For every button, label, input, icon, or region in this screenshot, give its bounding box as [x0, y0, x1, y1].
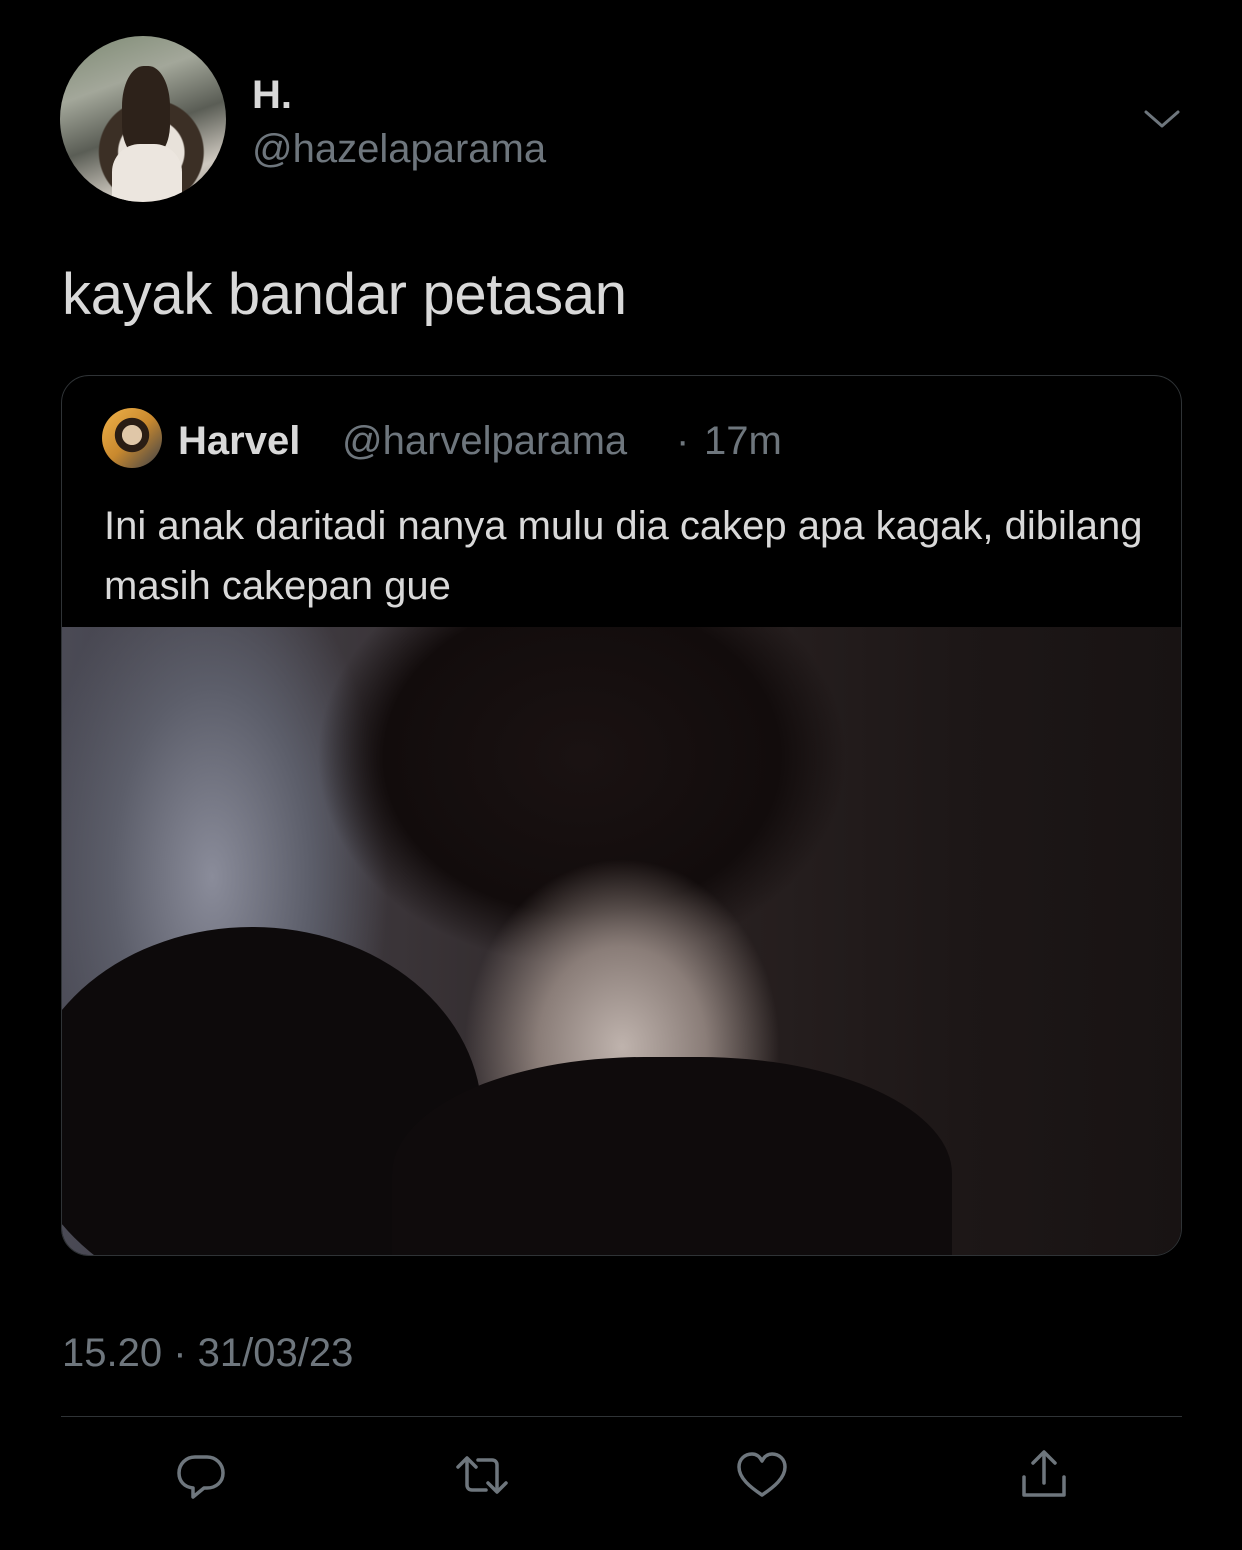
- author-display-name[interactable]: H.: [252, 72, 292, 118]
- share-icon: [1022, 1450, 1066, 1497]
- quoted-tweet-photo[interactable]: [62, 627, 1181, 1255]
- tweet-text: kayak bandar petasan: [62, 262, 627, 327]
- tweet-timestamp: 15.20 · 31/03/23: [62, 1331, 354, 1375]
- divider: [61, 1416, 1182, 1417]
- profile-avatar[interactable]: [60, 36, 226, 202]
- retweet-icon: [456, 1456, 508, 1494]
- quoted-author-handle: @harvelparama: [342, 419, 628, 463]
- quoted-time: 17m: [704, 419, 782, 463]
- quoted-author-avatar[interactable]: [102, 408, 162, 468]
- reply-icon: [177, 1455, 225, 1499]
- photo-jacket: [392, 1057, 952, 1255]
- avatar-hair-shape: [122, 66, 170, 156]
- quoted-author-name: Harvel: [178, 419, 301, 463]
- like-icon: [737, 1452, 787, 1497]
- share-button[interactable]: [1004, 1420, 1084, 1530]
- retweet-button[interactable]: [442, 1420, 522, 1530]
- reply-button[interactable]: [161, 1420, 241, 1530]
- quoted-separator: ·: [676, 419, 690, 463]
- like-button[interactable]: [722, 1420, 802, 1530]
- chevron-down-icon[interactable]: [1142, 104, 1182, 134]
- quoted-tweet-card[interactable]: Harvel @harvelparama · 17m Ini anak dari…: [61, 375, 1182, 1256]
- author-handle[interactable]: @hazelaparama: [252, 126, 546, 172]
- quoted-tweet-text: Ini anak daritadi nanya mulu dia cakep a…: [104, 504, 1143, 608]
- avatar-shirt-shape: [112, 144, 182, 202]
